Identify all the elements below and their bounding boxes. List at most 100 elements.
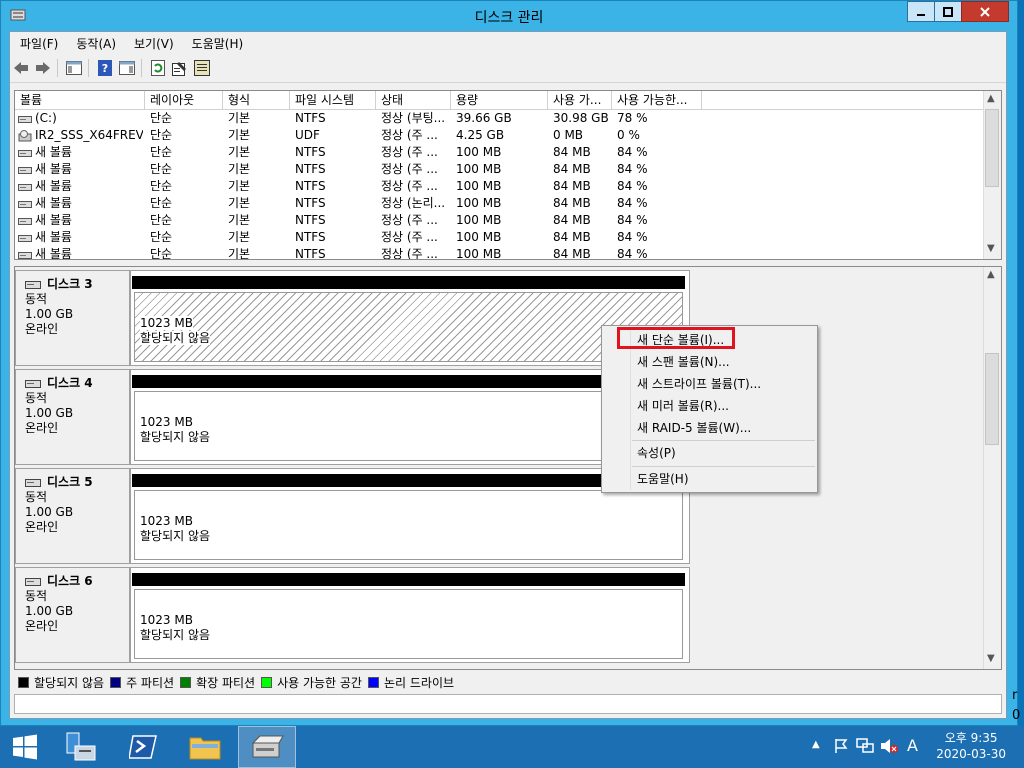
action-pane-icon[interactable] xyxy=(119,60,135,76)
menu-bar: 파일(F) 동작(A) 보기(V) 도움말(H) xyxy=(10,32,1006,54)
table-row[interactable]: 새 볼륨 단순 기본 NTFS 정상 (주 ... 100 MB 84 MB 84 % xyxy=(15,178,986,195)
legend-swatch-extended xyxy=(180,676,192,688)
table-row[interactable]: 새 볼륨 단순 기본 NTFS 정상 (주 ... 100 MB 84 MB 84 % xyxy=(15,144,986,161)
disk-icon xyxy=(25,478,41,487)
partition-size: 1023 MB xyxy=(140,514,193,528)
table-cell: 새 볼륨 xyxy=(35,196,72,210)
scrollbar-thumb[interactable] xyxy=(985,109,999,187)
table-cell: 기본 xyxy=(228,111,251,125)
table-row[interactable]: 새 볼륨 단순 기본 NTFS 정상 (주 ... 100 MB 84 MB 84 % xyxy=(15,212,986,229)
table-row[interactable]: (C:) 단순 기본 NTFS 정상 (부팅... 39.66 GB 30.98 GB 78 … xyxy=(15,110,986,127)
title-bar[interactable]: 디스크 관리 xyxy=(1,1,1017,31)
table-row[interactable]: 새 볼륨 단순 기본 NTFS 정상 (주 ... 100 MB 84 MB 84 % xyxy=(15,246,986,260)
table-cell: 84 % xyxy=(617,213,648,227)
disk-name-line: 디스크 5 xyxy=(25,475,129,490)
column-header-percent-free[interactable]: 사용 가능한... xyxy=(612,91,702,109)
table-row[interactable]: IR2_SSS_X64FREV... 단순 기본 UDF 정상 (주 ... 4.25 G… xyxy=(15,127,986,144)
input-method-indicator[interactable]: A xyxy=(907,736,918,755)
table-cell: 78 % xyxy=(617,111,648,125)
table-cell: 새 볼륨 xyxy=(35,179,72,193)
menu-help[interactable]: 도움말(H) xyxy=(182,35,252,52)
volume-list-scrollbar[interactable]: ▲ ▼ xyxy=(983,91,1001,259)
legend-swatch-free-space xyxy=(261,676,273,688)
back-arrow-icon[interactable] xyxy=(13,60,29,76)
network-icon[interactable] xyxy=(856,738,874,758)
column-header-volume[interactable]: 볼륨 xyxy=(15,91,145,109)
disk-name-line: 디스크 3 xyxy=(25,277,129,292)
table-cell: 84 MB xyxy=(553,247,591,260)
export-icon[interactable] xyxy=(194,60,210,76)
table-row[interactable]: 새 볼륨 단순 기본 NTFS 정상 (주 ... 100 MB 84 MB 84 % xyxy=(15,229,986,246)
close-button[interactable] xyxy=(961,1,1009,22)
client-area: 파일(F) 동작(A) 보기(V) 도움말(H) ? 볼륨 레이아웃 형식 파일… xyxy=(9,31,1007,719)
legend-swatch-primary xyxy=(110,676,122,688)
disk-management-taskbar-button[interactable] xyxy=(238,726,296,768)
toolbar: ? xyxy=(10,54,1006,83)
table-cell: 84 % xyxy=(617,179,648,193)
file-explorer-button[interactable] xyxy=(180,726,230,768)
table-row[interactable]: 새 볼륨 단순 기본 NTFS 정상 (주 ... 100 MB 84 MB 84 % xyxy=(15,161,986,178)
scroll-down-icon[interactable]: ▼ xyxy=(987,243,995,254)
disk-type: 동적 xyxy=(25,391,48,405)
table-cell: 84 MB xyxy=(553,145,591,159)
forward-arrow-icon[interactable] xyxy=(35,60,51,76)
partition-status: 할당되지 않음 xyxy=(140,628,211,642)
disk-status: 온라인 xyxy=(25,619,59,633)
disk-info-panel[interactable]: 디스크 3 동적 1.00 GB 온라인 xyxy=(15,270,130,366)
table-cell: IR2_SSS_X64FREV... xyxy=(35,128,143,142)
menu-file[interactable]: 파일(F) xyxy=(10,35,66,52)
disk-info-panel[interactable]: 디스크 6 동적 1.00 GB 온라인 xyxy=(15,567,130,663)
disk-info-panel[interactable]: 디스크 4 동적 1.00 GB 온라인 xyxy=(15,369,130,465)
action-center-flag-icon[interactable] xyxy=(834,738,848,758)
refresh-icon[interactable] xyxy=(150,60,166,76)
disk-size: 1.00 GB xyxy=(25,604,74,618)
scrollbar-thumb[interactable] xyxy=(985,353,999,445)
start-button[interactable] xyxy=(0,726,50,768)
table-row[interactable]: 새 볼륨 단순 기본 NTFS 정상 (논리... 100 MB 84 MB 84 % xyxy=(15,195,986,212)
disk-info-panel[interactable]: 디스크 5 동적 1.00 GB 온라인 xyxy=(15,468,130,564)
server-manager-button[interactable] xyxy=(56,726,106,768)
console-tree-icon[interactable] xyxy=(66,60,82,76)
menu-action[interactable]: 동작(A) xyxy=(66,35,124,52)
menu-item-new-striped-volume[interactable]: 새 스트라이프 볼륨(T)... xyxy=(637,374,761,394)
powershell-button[interactable] xyxy=(118,726,168,768)
unallocated-partition[interactable]: 1023 MB 할당되지 않음 xyxy=(134,589,683,659)
properties-icon[interactable] xyxy=(172,60,188,76)
disk-management-icon xyxy=(251,735,284,758)
maximize-button[interactable] xyxy=(934,1,961,22)
column-header-status[interactable]: 상태 xyxy=(376,91,451,109)
clock[interactable]: 오후 9:35 2020-03-30 xyxy=(936,730,1006,762)
disk-row: 디스크 4 동적 1.00 GB 온라인 1023 MB 할당되지 않음 xyxy=(15,369,690,467)
minimize-button[interactable] xyxy=(907,1,934,22)
disk-pane-scrollbar[interactable]: ▲ ▼ xyxy=(983,267,1001,669)
menu-item-new-mirrored-volume[interactable]: 새 미러 볼륨(R)... xyxy=(637,396,729,416)
show-hidden-icons-icon[interactable]: ▲ xyxy=(812,739,820,750)
menu-view[interactable]: 보기(V) xyxy=(124,35,182,52)
table-cell: 정상 (주 ... xyxy=(381,179,438,193)
table-cell: 100 MB xyxy=(456,145,502,159)
table-cell: NTFS xyxy=(295,179,326,193)
speaker-muted-icon[interactable] xyxy=(880,738,898,758)
scroll-down-icon[interactable]: ▼ xyxy=(987,653,995,664)
menu-item-new-spanned-volume[interactable]: 새 스팬 볼륨(N)... xyxy=(637,352,730,372)
menu-item-help[interactable]: 도움말(H) xyxy=(637,469,689,489)
menu-item-new-raid5-volume[interactable]: 새 RAID-5 볼륨(W)... xyxy=(637,418,751,438)
table-cell: 단순 xyxy=(150,128,173,142)
clock-date: 2020-03-30 xyxy=(936,747,1006,761)
column-header-capacity[interactable]: 용량 xyxy=(451,91,548,109)
column-header-type[interactable]: 형식 xyxy=(223,91,290,109)
column-header-free-space[interactable]: 사용 가... xyxy=(548,91,612,109)
help-icon[interactable]: ? xyxy=(97,60,113,76)
table-cell: 기본 xyxy=(228,247,251,260)
table-cell: NTFS xyxy=(295,230,326,244)
menu-item-properties[interactable]: 속성(P) xyxy=(637,443,676,463)
unallocated-partition[interactable]: 1023 MB 할당되지 않음 xyxy=(134,490,683,560)
scroll-up-icon[interactable]: ▲ xyxy=(987,269,995,280)
column-header-filesystem[interactable]: 파일 시스템 xyxy=(290,91,376,109)
table-cell: 0 % xyxy=(617,128,640,142)
legend-label-unallocated: 할당되지 않음 xyxy=(34,675,105,690)
table-cell: 정상 (주 ... xyxy=(381,162,438,176)
column-header-layout[interactable]: 레이아웃 xyxy=(145,91,223,109)
scroll-up-icon[interactable]: ▲ xyxy=(987,93,995,104)
disk-row: 디스크 3 동적 1.00 GB 온라인 1023 MB 할당되지 않음 xyxy=(15,270,690,368)
